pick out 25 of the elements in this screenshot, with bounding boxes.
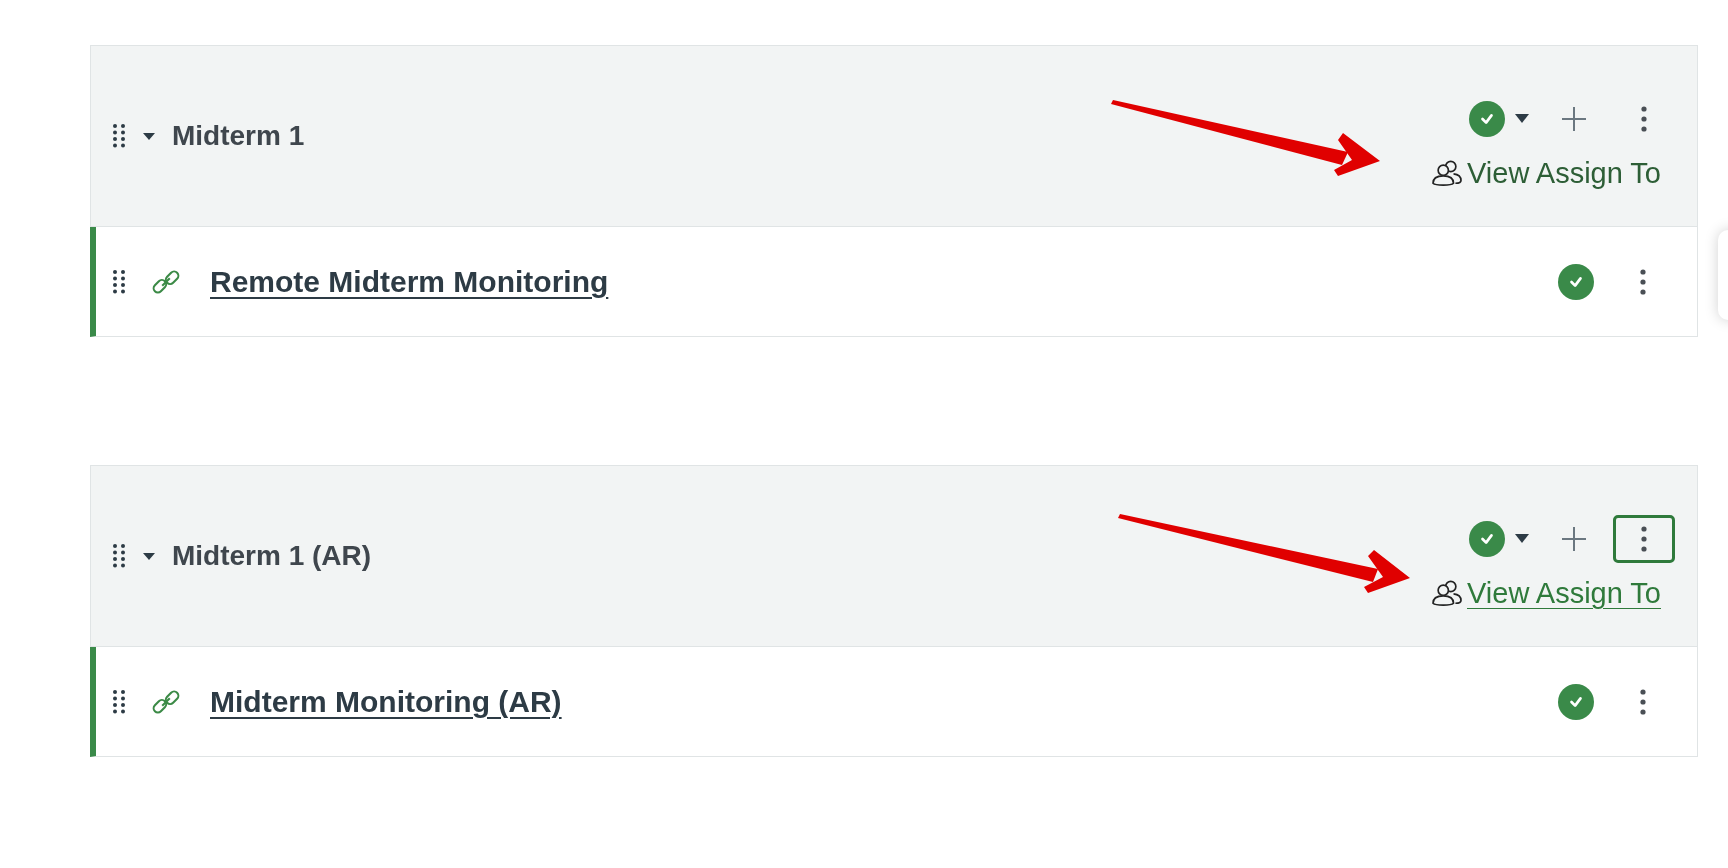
add-icon[interactable] (1561, 525, 1587, 552)
drag-handle-icon[interactable] (112, 543, 126, 569)
drag-handle-icon[interactable] (112, 688, 126, 715)
people-icon (1431, 579, 1463, 607)
module-title: Midterm 1 (AR) (172, 540, 372, 572)
publish-status-button[interactable] (1469, 100, 1529, 137)
view-assign-to-link[interactable]: View Assign To (1467, 156, 1661, 190)
add-icon[interactable] (1561, 105, 1587, 132)
vertical-dots-icon (1640, 268, 1646, 295)
item-title-link[interactable]: Midterm Monitoring (AR) (210, 684, 562, 719)
vertical-dots-icon (1640, 688, 1646, 715)
published-status-icon[interactable] (1558, 263, 1594, 300)
drag-handle-icon[interactable] (112, 123, 126, 149)
item-title-link[interactable]: Remote Midterm Monitoring (210, 264, 609, 299)
module-title: Midterm 1 (172, 120, 305, 152)
publish-status-button[interactable] (1469, 520, 1529, 557)
published-status-icon[interactable] (1558, 683, 1594, 720)
people-icon (1431, 159, 1463, 187)
more-options-button[interactable] (1613, 514, 1675, 563)
vertical-dots-icon (1641, 105, 1647, 132)
view-assign-to-link[interactable]: View Assign To (1467, 576, 1661, 610)
caret-down-icon (1515, 533, 1529, 544)
drag-handle-icon[interactable] (112, 268, 126, 295)
vertical-dots-icon (1641, 525, 1647, 552)
caret-down-icon (1515, 113, 1529, 124)
